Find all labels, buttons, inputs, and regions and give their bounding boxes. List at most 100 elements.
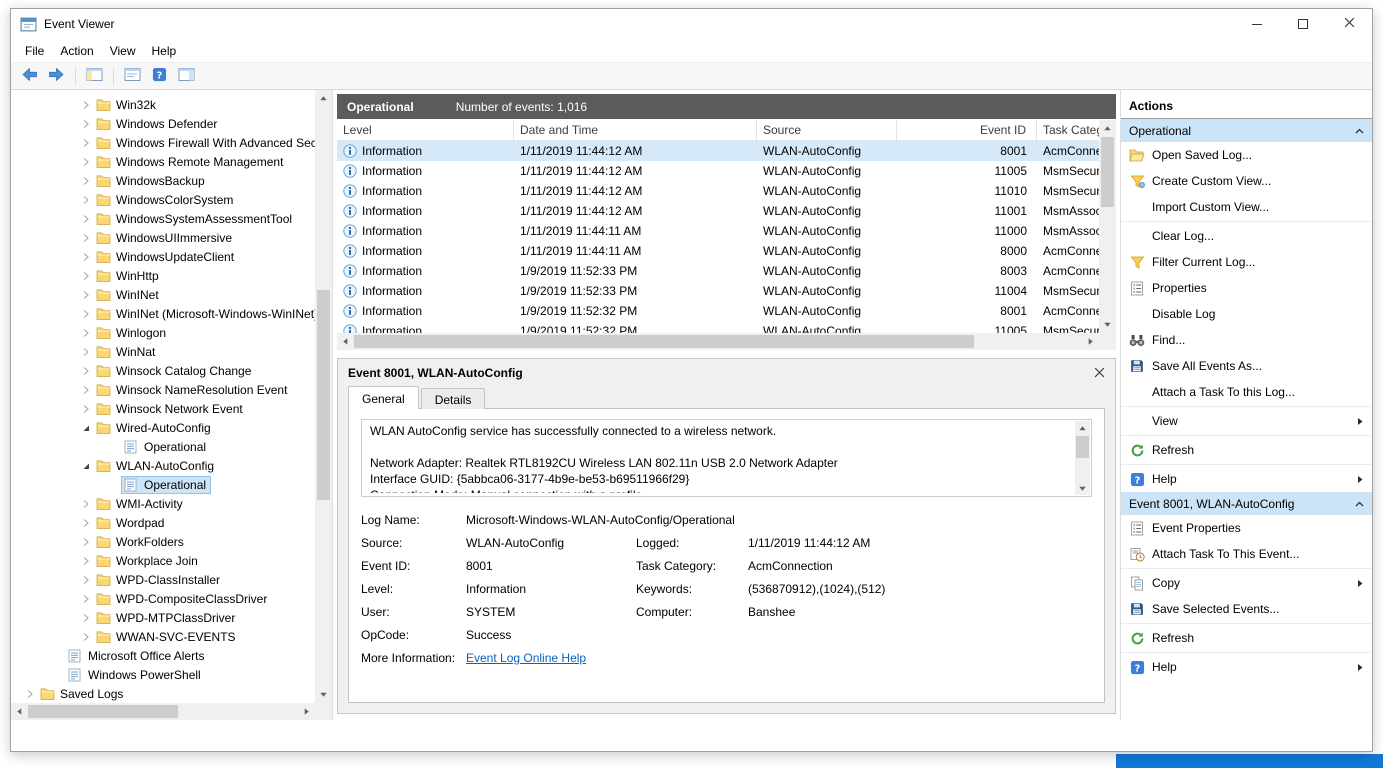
scrollbar-thumb[interactable] bbox=[317, 290, 330, 500]
tree-item-row[interactable]: WPD-CompositeClassDriver bbox=[93, 590, 272, 608]
tree-item[interactable]: WindowsUpdateClient bbox=[11, 247, 315, 266]
chevron-collapsed-icon[interactable] bbox=[79, 613, 93, 623]
toolbar-help-button[interactable]: ? bbox=[147, 65, 172, 88]
preview-close-icon[interactable] bbox=[1094, 367, 1105, 378]
action-filter-current-log[interactable]: Filter Current Log... bbox=[1121, 249, 1372, 275]
event-row[interactable]: Information1/11/2019 11:44:11 AMWLAN-Aut… bbox=[337, 221, 1099, 241]
tree-item[interactable]: WorkFolders bbox=[11, 532, 315, 551]
chevron-collapsed-icon[interactable] bbox=[79, 252, 93, 262]
scroll-right-icon[interactable] bbox=[1082, 333, 1099, 350]
chevron-collapsed-icon[interactable] bbox=[79, 100, 93, 110]
tree-vertical-scrollbar[interactable] bbox=[315, 90, 332, 703]
tree-item[interactable]: Operational bbox=[11, 475, 315, 494]
tree-item-row[interactable]: WinINet bbox=[93, 286, 164, 304]
chevron-collapsed-icon[interactable] bbox=[79, 271, 93, 281]
tree-item-row[interactable]: Win32k bbox=[93, 96, 161, 114]
tree-item-row[interactable]: Winsock Network Event bbox=[93, 400, 248, 418]
tree-item[interactable]: WMI-Activity bbox=[11, 494, 315, 513]
action-save-all-events-as[interactable]: Save All Events As... bbox=[1121, 353, 1372, 379]
list-vertical-scrollbar[interactable] bbox=[1099, 120, 1116, 333]
close-button[interactable] bbox=[1326, 9, 1372, 39]
tree-item-row[interactable]: Winlogon bbox=[93, 324, 171, 342]
tree-item-row[interactable]: WPD-MTPClassDriver bbox=[93, 609, 240, 627]
event-log-online-help-link[interactable]: Event Log Online Help bbox=[466, 649, 1092, 672]
action-view[interactable]: View bbox=[1121, 408, 1372, 434]
tree-item-row[interactable]: Windows Remote Management bbox=[93, 153, 288, 171]
scroll-up-icon[interactable] bbox=[315, 90, 332, 107]
chevron-collapsed-icon[interactable] bbox=[79, 157, 93, 167]
tree-item[interactable]: Win32k bbox=[11, 95, 315, 114]
chevron-collapsed-icon[interactable] bbox=[79, 119, 93, 129]
action-open-saved-log[interactable]: Open Saved Log... bbox=[1121, 142, 1372, 168]
event-row[interactable]: Information1/9/2019 11:52:33 PMWLAN-Auto… bbox=[337, 261, 1099, 281]
tab-details[interactable]: Details bbox=[421, 388, 486, 409]
chevron-collapsed-icon[interactable] bbox=[79, 518, 93, 528]
chevron-collapsed-icon[interactable] bbox=[79, 195, 93, 205]
tree-item-row[interactable]: WindowsColorSystem bbox=[93, 191, 238, 209]
event-row[interactable]: Information1/9/2019 11:52:32 PMWLAN-Auto… bbox=[337, 321, 1099, 333]
tree-item[interactable]: Workplace Join bbox=[11, 551, 315, 570]
titlebar[interactable]: Event Viewer bbox=[11, 9, 1372, 39]
menu-view[interactable]: View bbox=[102, 41, 144, 61]
tree-item[interactable]: Windows PowerShell bbox=[11, 665, 315, 684]
scrollbar-thumb[interactable] bbox=[28, 705, 178, 718]
tree-item[interactable]: WWAN-SVC-EVENTS bbox=[11, 627, 315, 646]
tree-item-row[interactable]: WLAN-AutoConfig bbox=[93, 457, 219, 475]
chevron-collapsed-icon[interactable] bbox=[79, 632, 93, 642]
chevron-collapsed-icon[interactable] bbox=[79, 233, 93, 243]
tree-item[interactable]: Winlogon bbox=[11, 323, 315, 342]
chevron-collapsed-icon[interactable] bbox=[79, 499, 93, 509]
tree-item[interactable]: WPD-ClassInstaller bbox=[11, 570, 315, 589]
tree-item-row[interactable]: WindowsSystemAssessmentTool bbox=[93, 210, 297, 228]
chevron-collapsed-icon[interactable] bbox=[79, 138, 93, 148]
tree-item[interactable]: WinHttp bbox=[11, 266, 315, 285]
tree-item[interactable]: WindowsColorSystem bbox=[11, 190, 315, 209]
scroll-up-icon[interactable] bbox=[1075, 421, 1090, 435]
scroll-right-icon[interactable] bbox=[298, 703, 315, 720]
tree-item[interactable]: Microsoft Office Alerts bbox=[11, 646, 315, 665]
tree-item-row[interactable]: WPD-ClassInstaller bbox=[93, 571, 225, 589]
tree-item[interactable]: WindowsBackup bbox=[11, 171, 315, 190]
chevron-expanded-icon[interactable] bbox=[79, 423, 93, 433]
tree-item[interactable]: Windows Firewall With Advanced Security bbox=[11, 133, 315, 152]
chevron-collapsed-icon[interactable] bbox=[79, 594, 93, 604]
event-row[interactable]: Information1/9/2019 11:52:32 PMWLAN-Auto… bbox=[337, 301, 1099, 321]
tree-item[interactable]: WinINet (Microsoft-Windows-WinINet) bbox=[11, 304, 315, 323]
action-create-custom-view[interactable]: Create Custom View... bbox=[1121, 168, 1372, 194]
toolbar-show-action-pane-button[interactable] bbox=[174, 65, 199, 88]
event-row[interactable]: Information1/11/2019 11:44:12 AMWLAN-Aut… bbox=[337, 181, 1099, 201]
tree-item[interactable]: Saved Logs bbox=[11, 684, 315, 703]
actions-section-operational[interactable]: Operational bbox=[1121, 119, 1372, 142]
list-horizontal-scrollbar[interactable] bbox=[337, 333, 1099, 350]
tree-item-row[interactable]: Winsock Catalog Change bbox=[93, 362, 256, 380]
event-row[interactable]: Information1/11/2019 11:44:12 AMWLAN-Aut… bbox=[337, 201, 1099, 221]
tree-item-row[interactable]: Saved Logs bbox=[37, 685, 128, 703]
column-header-task-category[interactable]: Task Category bbox=[1037, 120, 1099, 140]
tree-item-row[interactable]: Windows Defender bbox=[93, 115, 222, 133]
action-copy[interactable]: Copy bbox=[1121, 570, 1372, 596]
tree-item[interactable]: WindowsUIImmersive bbox=[11, 228, 315, 247]
scrollbar-thumb[interactable] bbox=[1101, 137, 1114, 207]
chevron-expanded-icon[interactable] bbox=[79, 461, 93, 471]
tree-item-row[interactable]: Operational bbox=[121, 438, 211, 456]
tree-item[interactable]: WinINet bbox=[11, 285, 315, 304]
chevron-collapsed-icon[interactable] bbox=[79, 290, 93, 300]
scrollbar-thumb[interactable] bbox=[354, 335, 974, 348]
tree-item-row[interactable]: WWAN-SVC-EVENTS bbox=[93, 628, 241, 646]
tree-item[interactable]: Windows Defender bbox=[11, 114, 315, 133]
menu-help[interactable]: Help bbox=[144, 41, 185, 61]
action-attach-a-task-to-this-log[interactable]: Attach a Task To this Log... bbox=[1121, 379, 1372, 405]
tree-item[interactable]: Winsock NameResolution Event bbox=[11, 380, 315, 399]
tree-item[interactable]: WinNat bbox=[11, 342, 315, 361]
action-help[interactable]: ?Help bbox=[1121, 654, 1372, 680]
tree-item-row[interactable]: WorkFolders bbox=[93, 533, 189, 551]
tree-item[interactable]: WLAN-AutoConfig bbox=[11, 456, 315, 475]
action-refresh[interactable]: Refresh bbox=[1121, 437, 1372, 463]
collapse-section-icon[interactable] bbox=[1355, 501, 1364, 507]
scroll-down-icon[interactable] bbox=[1075, 481, 1090, 495]
action-disable-log[interactable]: Disable Log bbox=[1121, 301, 1372, 327]
tree-item-row[interactable]: WinNat bbox=[93, 343, 160, 361]
chevron-collapsed-icon[interactable] bbox=[79, 309, 93, 319]
scroll-left-icon[interactable] bbox=[337, 333, 354, 350]
tree-item[interactable]: WPD-CompositeClassDriver bbox=[11, 589, 315, 608]
